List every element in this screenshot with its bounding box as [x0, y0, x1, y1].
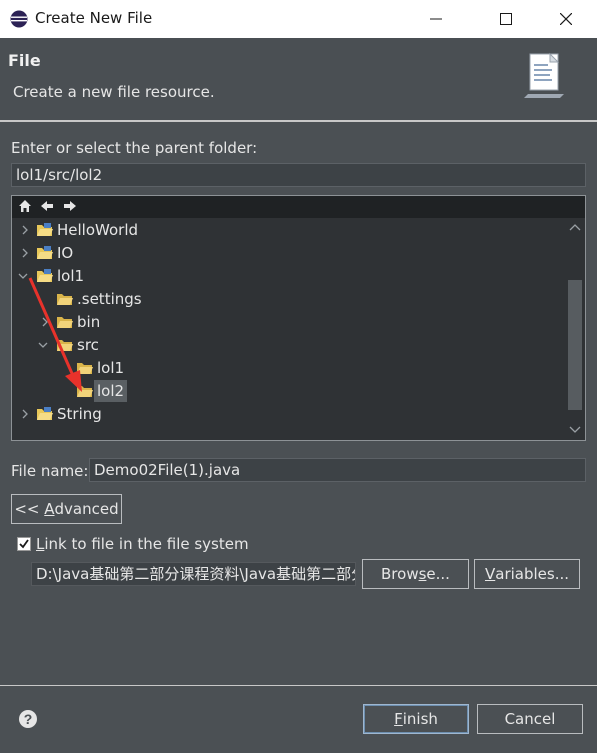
- close-icon: [560, 13, 572, 25]
- scroll-up-icon[interactable]: [569, 223, 581, 231]
- link-path-input[interactable]: D:\Java基础第二部分课程资料\Java基础第二部分: [31, 562, 356, 586]
- maximize-icon: [500, 13, 512, 25]
- footer-separator: [0, 685, 597, 686]
- eclipse-icon: [10, 10, 28, 28]
- minimize-icon: [430, 18, 442, 20]
- wizard-header: File Create a new file resource.: [0, 38, 597, 120]
- svg-text:?: ?: [24, 711, 33, 727]
- back-arrow-icon[interactable]: [39, 198, 55, 218]
- title-bar: Create New File: [0, 0, 597, 38]
- help-icon[interactable]: ?: [18, 709, 38, 729]
- parent-folder-input[interactable]: lol1/src/lol2: [11, 163, 586, 187]
- folder-tree[interactable]: HelloWorld IO lol1 .settings bin src lol…: [11, 195, 586, 441]
- scroll-thumb[interactable]: [568, 280, 582, 410]
- scroll-down-icon[interactable]: [569, 426, 581, 434]
- variables-button[interactable]: Variables...: [474, 559, 580, 589]
- forward-arrow-icon[interactable]: [62, 198, 78, 218]
- wizard-description: Create a new file resource.: [13, 83, 215, 101]
- file-name-label: File name:: [11, 462, 89, 480]
- wizard-title: File: [8, 51, 41, 70]
- new-file-wizard-icon: [524, 52, 564, 98]
- file-name-input[interactable]: Demo02File(1).java: [89, 458, 586, 482]
- tree-toolbar: [12, 196, 585, 218]
- cancel-button[interactable]: Cancel: [477, 704, 583, 734]
- home-icon[interactable]: [18, 198, 32, 218]
- link-checkbox[interactable]: [17, 537, 31, 551]
- browse-button[interactable]: Brow s e...: [362, 559, 469, 589]
- tree-rows: HelloWorld IO lol1 .settings bin src lol…: [12, 218, 565, 440]
- window-title: Create New File: [35, 9, 153, 27]
- advanced-button[interactable]: << Advanced: [11, 494, 122, 524]
- annotation-arrow: [28, 277, 82, 392]
- finish-button[interactable]: Finish: [363, 704, 469, 734]
- minimize-button[interactable]: [413, 0, 459, 38]
- tree-scrollbar[interactable]: [565, 218, 585, 440]
- header-separator: [0, 120, 597, 122]
- maximize-button[interactable]: [483, 0, 529, 38]
- link-checkbox-label[interactable]: Link to file in the file system: [36, 535, 249, 553]
- close-button[interactable]: [543, 0, 589, 38]
- parent-folder-label: Enter or select the parent folder:: [11, 139, 258, 157]
- checkmark-icon: [19, 539, 29, 549]
